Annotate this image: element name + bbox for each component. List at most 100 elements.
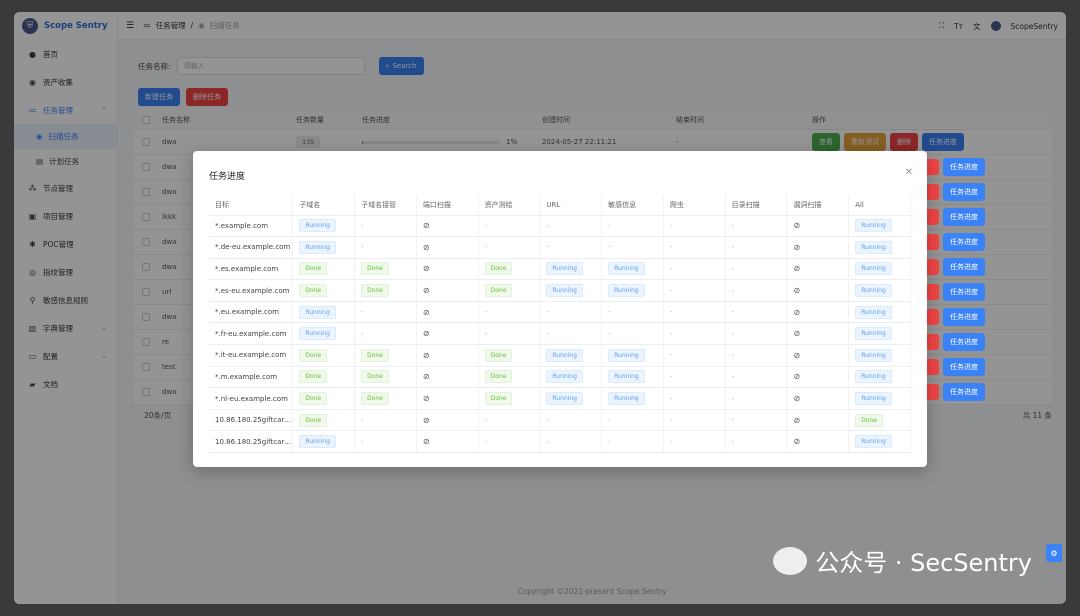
status-cell: - bbox=[601, 409, 664, 432]
status-cell: - bbox=[478, 301, 541, 324]
empty-value: - bbox=[608, 243, 611, 252]
status-cell: ⊘ bbox=[416, 409, 479, 432]
status-badge: Running bbox=[546, 392, 583, 406]
delete-row-button[interactable] bbox=[925, 358, 939, 375]
delete-row-button[interactable] bbox=[925, 333, 939, 350]
status-badge: Running bbox=[546, 284, 583, 298]
status-badge: Running bbox=[855, 392, 892, 406]
empty-value: - bbox=[669, 329, 673, 338]
status-cell: ⊘ bbox=[416, 430, 479, 454]
status-cell: ⊘ bbox=[416, 387, 479, 410]
status-cell: Running bbox=[848, 215, 911, 238]
progress-button[interactable]: 任务进度 bbox=[943, 332, 985, 351]
progress-button[interactable]: 任务进度 bbox=[943, 382, 985, 401]
progress-button[interactable]: 任务进度 bbox=[943, 282, 985, 301]
empty-value: - bbox=[484, 221, 488, 230]
status-cell: Running bbox=[601, 366, 664, 389]
status-badge: Running bbox=[546, 348, 583, 362]
empty-value: - bbox=[608, 221, 611, 230]
status-badge: Done bbox=[361, 284, 389, 298]
progress-col-0: 目标 bbox=[209, 195, 294, 216]
empty-value: - bbox=[361, 416, 364, 425]
table-row: *.es.example.com Done Done ⊘ Done Running Runn… bbox=[209, 258, 911, 281]
status-badge: Done bbox=[361, 348, 389, 362]
status-badge: Done bbox=[484, 370, 513, 384]
delete-row-button[interactable] bbox=[925, 233, 939, 250]
row-action-group: 任务进度 bbox=[925, 279, 1005, 304]
dialog-title: 任务进度 bbox=[209, 172, 246, 182]
empty-value: - bbox=[731, 351, 735, 360]
status-cell: - bbox=[601, 236, 664, 259]
empty-value: - bbox=[546, 437, 549, 446]
status-badge: Running bbox=[855, 262, 892, 276]
disabled-icon: ⊘ bbox=[422, 350, 430, 360]
target-cell: *.de-eu.example.com bbox=[209, 236, 294, 259]
empty-value: - bbox=[669, 351, 673, 360]
status-badge: Running bbox=[299, 435, 336, 449]
row-action-group: 任务进度 bbox=[925, 329, 1005, 354]
target-text: *.m.example.com bbox=[215, 372, 278, 381]
progress-button[interactable]: 任务进度 bbox=[943, 157, 985, 176]
settings-gear-icon[interactable]: ⚙ bbox=[1046, 544, 1062, 562]
status-cell: - bbox=[354, 430, 417, 454]
delete-row-button[interactable] bbox=[925, 258, 939, 275]
delete-row-button[interactable] bbox=[925, 158, 939, 175]
empty-value: - bbox=[546, 416, 549, 425]
disabled-icon: ⊘ bbox=[793, 394, 801, 404]
progress-col-2: 子域名接管 bbox=[354, 195, 417, 216]
table-row: *.eu.example.com Running - ⊘ - - - - - ⊘ Running bbox=[209, 301, 911, 324]
empty-value: - bbox=[731, 221, 735, 230]
delete-row-button[interactable] bbox=[925, 183, 939, 200]
status-cell: - bbox=[725, 344, 788, 367]
empty-value: - bbox=[731, 437, 735, 446]
disabled-icon: ⊘ bbox=[793, 415, 801, 425]
progress-button[interactable]: 任务进度 bbox=[943, 257, 985, 276]
status-badge: Done bbox=[484, 262, 513, 276]
status-cell: Done bbox=[292, 409, 356, 432]
progress-button[interactable]: 任务进度 bbox=[943, 357, 985, 376]
empty-value: - bbox=[361, 243, 364, 252]
disabled-icon: ⊘ bbox=[793, 242, 801, 252]
progress-button[interactable]: 任务进度 bbox=[943, 182, 985, 201]
status-cell: - bbox=[539, 301, 603, 324]
delete-row-button[interactable] bbox=[925, 208, 939, 225]
status-badge: Done bbox=[299, 413, 328, 427]
delete-row-button[interactable] bbox=[925, 308, 939, 325]
status-cell: ⊘ bbox=[786, 344, 850, 367]
status-cell: - bbox=[725, 215, 788, 238]
status-cell: Running bbox=[292, 215, 356, 238]
status-cell: Done bbox=[848, 409, 911, 432]
status-badge: Done bbox=[299, 348, 328, 362]
status-cell: Running bbox=[601, 258, 664, 281]
status-cell: - bbox=[663, 409, 726, 432]
status-cell: ⊘ bbox=[416, 279, 479, 302]
target-cell: 10.86.180.25giftcard... bbox=[209, 430, 294, 454]
status-badge: Done bbox=[299, 284, 328, 298]
disabled-icon: ⊘ bbox=[793, 286, 801, 296]
empty-value: - bbox=[669, 221, 673, 230]
status-cell: - bbox=[601, 430, 664, 454]
progress-button[interactable]: 任务进度 bbox=[943, 207, 985, 226]
status-badge: Done bbox=[855, 413, 883, 427]
status-cell: Done bbox=[292, 344, 356, 367]
status-badge: Running bbox=[855, 348, 892, 362]
status-badge: Running bbox=[299, 327, 336, 341]
progress-col-1: 子域名 bbox=[292, 195, 356, 216]
close-icon[interactable]: ✕ bbox=[905, 167, 913, 178]
table-row: *.es-eu.example.com Done Done ⊘ Done Running R… bbox=[209, 279, 911, 302]
progress-button[interactable]: 任务进度 bbox=[943, 232, 985, 251]
empty-value: - bbox=[669, 437, 673, 446]
status-cell: ⊘ bbox=[786, 387, 850, 410]
status-cell: ⊘ bbox=[786, 409, 850, 432]
status-cell: - bbox=[663, 344, 726, 367]
progress-button[interactable]: 任务进度 bbox=[943, 307, 985, 326]
status-cell: Done bbox=[354, 387, 417, 410]
status-badge: Done bbox=[299, 262, 328, 276]
empty-value: - bbox=[669, 308, 673, 317]
delete-row-button[interactable] bbox=[925, 383, 939, 400]
empty-value: - bbox=[731, 416, 735, 425]
delete-row-button[interactable] bbox=[925, 283, 939, 300]
status-cell: - bbox=[354, 215, 417, 238]
status-cell: Running bbox=[848, 344, 911, 367]
status-badge: Running bbox=[546, 370, 583, 384]
